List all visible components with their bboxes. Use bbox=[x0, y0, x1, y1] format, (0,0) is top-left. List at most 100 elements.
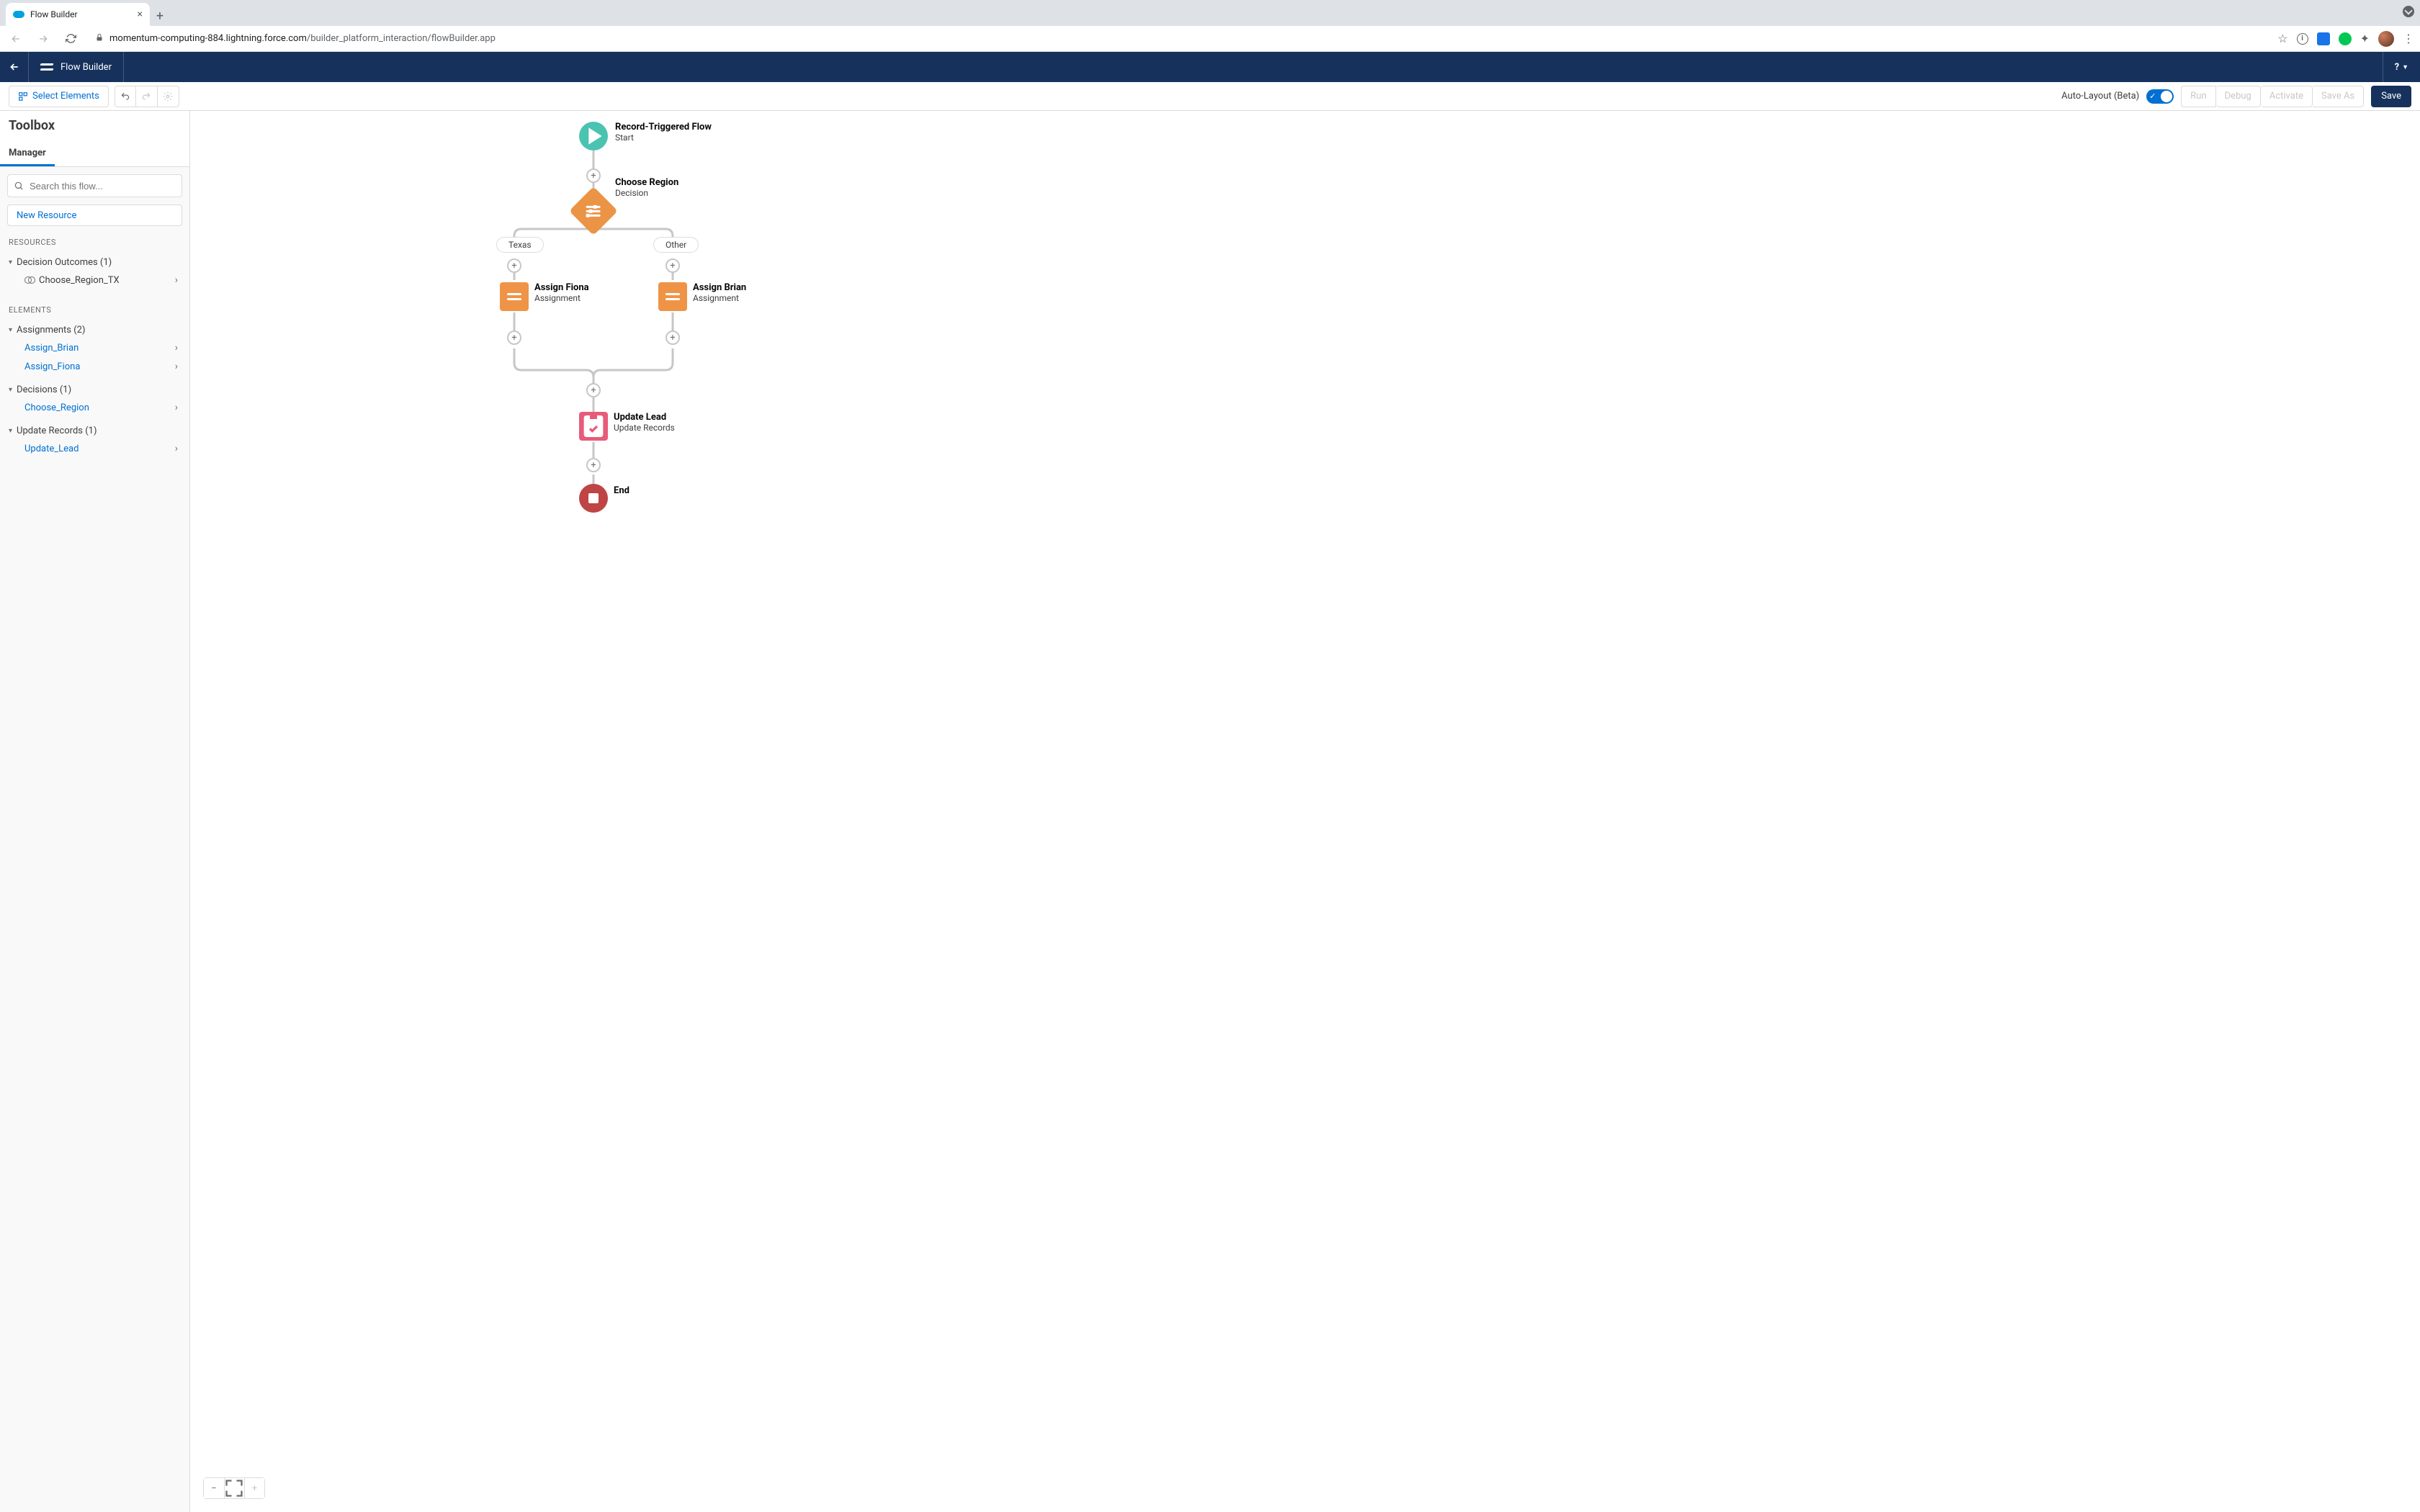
chevron-right-icon: › bbox=[175, 402, 178, 413]
decision-icon bbox=[586, 206, 601, 217]
node-start-subtitle: Start bbox=[615, 132, 712, 143]
node-assign-brian-subtitle: Assignment bbox=[693, 293, 746, 303]
assignment-icon bbox=[666, 293, 680, 300]
branch-label-other[interactable]: Other bbox=[653, 237, 699, 253]
flow-canvas[interactable]: Record-Triggered Flow Start + Choose Reg… bbox=[190, 111, 2420, 1512]
group-decision-outcomes[interactable]: ▾ Decision Outcomes (1) bbox=[9, 254, 181, 271]
star-icon[interactable]: ☆ bbox=[2277, 32, 2287, 45]
node-decision-subtitle: Decision bbox=[615, 188, 678, 198]
node-start[interactable] bbox=[579, 122, 608, 150]
app-title: Flow Builder bbox=[29, 52, 124, 82]
nav-back-button[interactable] bbox=[6, 29, 26, 49]
reload-button[interactable] bbox=[60, 29, 81, 49]
extensions-icon[interactable]: ✦ bbox=[2360, 32, 2370, 45]
browser-tab[interactable]: Flow Builder × bbox=[6, 3, 150, 26]
browser-toolbar: momentum-computing-884.lightning.force.c… bbox=[0, 26, 2420, 52]
node-update-lead-title: Update Lead bbox=[614, 412, 675, 423]
close-icon[interactable]: × bbox=[138, 9, 143, 20]
flow-connectors bbox=[190, 111, 2420, 1512]
lock-icon bbox=[95, 33, 104, 44]
auto-layout-label: Auto-Layout (Beta) bbox=[2061, 91, 2139, 102]
select-elements-button[interactable]: Select Elements bbox=[9, 86, 109, 107]
add-element-button[interactable]: + bbox=[586, 383, 601, 397]
salesforce-icon bbox=[13, 11, 24, 18]
search-icon bbox=[14, 181, 24, 191]
add-element-button[interactable]: + bbox=[586, 458, 601, 472]
chevron-right-icon: › bbox=[175, 342, 178, 354]
node-assign-fiona-subtitle: Assignment bbox=[534, 293, 589, 303]
auto-layout-toggle[interactable]: ✓ bbox=[2146, 89, 2174, 104]
node-start-title: Record-Triggered Flow bbox=[615, 122, 712, 132]
add-element-button[interactable]: + bbox=[666, 330, 680, 345]
outcome-icon bbox=[24, 276, 35, 284]
profile-avatar[interactable] bbox=[2378, 31, 2394, 47]
node-update-lead[interactable] bbox=[579, 412, 608, 441]
chevron-down-icon: ▾ bbox=[9, 258, 12, 266]
more-icon[interactable]: ⋮ bbox=[2403, 32, 2414, 45]
node-update-lead-subtitle: Update Records bbox=[614, 423, 675, 433]
chevron-right-icon: › bbox=[175, 361, 178, 372]
group-update-records[interactable]: ▾ Update Records (1) bbox=[9, 423, 181, 439]
element-assign-brian[interactable]: Assign_Brian › bbox=[9, 338, 181, 357]
window-control-icon[interactable] bbox=[2403, 6, 2414, 17]
address-bar[interactable]: momentum-computing-884.lightning.force.c… bbox=[88, 29, 2270, 49]
add-element-button[interactable]: + bbox=[586, 168, 601, 183]
node-assign-fiona[interactable] bbox=[500, 282, 529, 311]
branch-label-texas[interactable]: Texas bbox=[496, 237, 544, 253]
nav-forward-button[interactable] bbox=[33, 29, 53, 49]
zoom-fit-button[interactable] bbox=[224, 1478, 244, 1498]
chevron-down-icon: ▾ bbox=[9, 326, 12, 334]
debug-button[interactable]: Debug bbox=[2216, 86, 2261, 107]
new-resource-button[interactable]: New Resource bbox=[7, 204, 182, 226]
chevron-right-icon: › bbox=[175, 274, 178, 286]
record-icon bbox=[579, 412, 608, 441]
info-icon[interactable]: i bbox=[2297, 33, 2308, 45]
settings-button[interactable] bbox=[158, 86, 179, 107]
end-icon bbox=[588, 493, 599, 503]
builder-toolbar: Select Elements Auto-Layout (Beta) ✓ Run… bbox=[0, 82, 2420, 111]
tab-manager[interactable]: Manager bbox=[0, 140, 55, 166]
search-flow-input[interactable] bbox=[7, 174, 182, 197]
node-decision-title: Choose Region bbox=[615, 177, 678, 188]
app-header: Flow Builder ? ▼ bbox=[0, 52, 2420, 82]
add-element-button[interactable]: + bbox=[666, 258, 680, 273]
url-text: momentum-computing-884.lightning.force.c… bbox=[109, 33, 496, 44]
main-content: Toolbox Manager New Resource RESOURCES ▾… bbox=[0, 111, 2420, 1512]
add-element-button[interactable]: + bbox=[507, 258, 521, 273]
undo-button[interactable] bbox=[115, 86, 136, 107]
toolbox-sidebar: Toolbox Manager New Resource RESOURCES ▾… bbox=[0, 111, 190, 1512]
flow-icon bbox=[40, 62, 53, 72]
sidebar-tabs: Manager bbox=[0, 140, 189, 167]
element-update-lead[interactable]: Update_Lead › bbox=[9, 439, 181, 458]
chevron-right-icon: › bbox=[175, 443, 178, 454]
redo-button[interactable] bbox=[136, 86, 158, 107]
group-decisions[interactable]: ▾ Decisions (1) bbox=[9, 382, 181, 398]
node-assign-brian[interactable] bbox=[658, 282, 687, 311]
help-menu[interactable]: ? ▼ bbox=[2383, 52, 2420, 82]
node-end-title: End bbox=[614, 485, 629, 496]
elements-section-label: ELEMENTS bbox=[0, 301, 189, 319]
resources-section-label: RESOURCES bbox=[0, 233, 189, 251]
resource-choose-region-tx[interactable]: Choose_Region_TX › bbox=[9, 271, 181, 289]
node-end[interactable] bbox=[579, 484, 608, 513]
element-choose-region[interactable]: Choose_Region › bbox=[9, 398, 181, 417]
back-button[interactable] bbox=[0, 52, 29, 82]
add-element-button[interactable]: + bbox=[507, 330, 521, 345]
chevron-down-icon: ▼ bbox=[2402, 63, 2408, 71]
chevron-down-icon: ▾ bbox=[9, 427, 12, 435]
tab-title: Flow Builder bbox=[30, 9, 78, 19]
save-button[interactable]: Save bbox=[2371, 86, 2411, 107]
node-assign-brian-title: Assign Brian bbox=[693, 282, 746, 293]
new-tab-button[interactable]: + bbox=[150, 6, 170, 26]
zoom-controls: − + bbox=[203, 1477, 265, 1499]
extension-icon[interactable] bbox=[2339, 32, 2352, 45]
extension-icon[interactable] bbox=[2317, 32, 2330, 45]
chevron-down-icon: ▾ bbox=[9, 386, 12, 394]
run-button[interactable]: Run bbox=[2181, 86, 2215, 107]
node-assign-fiona-title: Assign Fiona bbox=[534, 282, 589, 293]
save-as-button[interactable]: Save As bbox=[2313, 86, 2364, 107]
element-assign-fiona[interactable]: Assign_Fiona › bbox=[9, 357, 181, 376]
activate-button[interactable]: Activate bbox=[2261, 86, 2313, 107]
group-assignments[interactable]: ▾ Assignments (2) bbox=[9, 322, 181, 338]
assignment-icon bbox=[507, 293, 521, 300]
